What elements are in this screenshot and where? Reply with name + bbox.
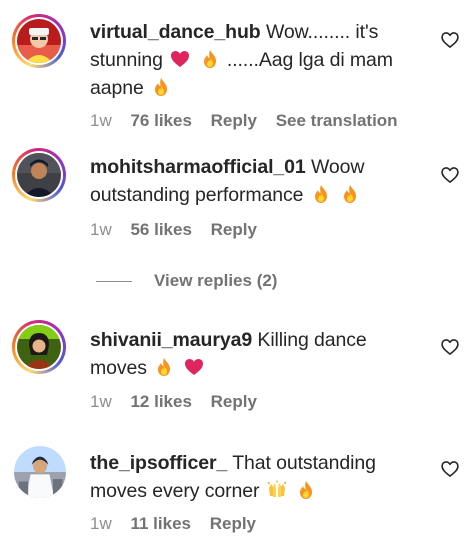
reply-button[interactable]: Reply bbox=[211, 392, 257, 411]
likes-count[interactable]: 11 likes bbox=[130, 514, 191, 533]
avatar[interactable] bbox=[12, 148, 66, 202]
heart-outline-icon[interactable] bbox=[440, 30, 460, 50]
comment-username[interactable]: the_ipsofficer_ bbox=[90, 452, 227, 474]
comment-meta: 1w 56 likes Reply bbox=[90, 219, 271, 241]
fire-emoji bbox=[296, 480, 316, 500]
comment-meta: 1w 11 likes Reply bbox=[90, 513, 270, 535]
see-translation-button[interactable]: See translation bbox=[276, 111, 398, 130]
heart-outline-icon[interactable] bbox=[440, 337, 460, 357]
comment-username[interactable]: shivanii_maurya9 bbox=[90, 329, 252, 351]
fire-emoji bbox=[151, 77, 171, 97]
fire-emoji bbox=[311, 184, 331, 204]
avatar-image bbox=[14, 446, 66, 498]
reply-button[interactable]: Reply bbox=[211, 111, 257, 130]
comment-meta: 1w 76 likes Reply See translation bbox=[90, 110, 412, 132]
comment-text: shivanii_maurya9 Killing dance moves bbox=[90, 326, 420, 382]
comment-time: 1w bbox=[90, 392, 112, 411]
fire-emoji bbox=[154, 357, 174, 377]
reply-button[interactable]: Reply bbox=[210, 514, 256, 533]
likes-count[interactable]: 76 likes bbox=[130, 111, 191, 130]
red-heart-emoji bbox=[170, 49, 190, 69]
avatar[interactable] bbox=[12, 14, 66, 68]
likes-count[interactable]: 56 likes bbox=[130, 220, 191, 239]
comment-time: 1w bbox=[90, 514, 112, 533]
fire-emoji bbox=[200, 49, 220, 69]
fire-emoji bbox=[340, 184, 360, 204]
avatar[interactable] bbox=[12, 320, 66, 374]
comment-username[interactable]: virtual_dance_hub bbox=[90, 21, 261, 43]
avatar[interactable] bbox=[14, 446, 66, 498]
avatar-image bbox=[17, 19, 61, 63]
reply-button[interactable]: Reply bbox=[211, 220, 257, 239]
view-replies-button[interactable]: View replies (2) bbox=[96, 270, 277, 292]
comment-time: 1w bbox=[90, 111, 112, 130]
comment-username[interactable]: mohitsharmaofficial_01 bbox=[90, 156, 306, 178]
view-replies-label: View replies (2) bbox=[154, 271, 278, 290]
red-heart-emoji bbox=[184, 357, 204, 377]
avatar-image bbox=[17, 325, 61, 369]
comment-meta: 1w 12 likes Reply bbox=[90, 391, 271, 413]
comment-time: 1w bbox=[90, 220, 112, 239]
replies-divider bbox=[96, 280, 132, 282]
avatar-image bbox=[17, 153, 61, 197]
comment-text: virtual_dance_hub Wow........ it's stunn… bbox=[90, 18, 420, 102]
raising-hands-emoji bbox=[267, 480, 287, 500]
heart-outline-icon[interactable] bbox=[440, 165, 460, 185]
comment-text: the_ipsofficer_ That outstanding moves e… bbox=[90, 449, 420, 505]
heart-outline-icon[interactable] bbox=[440, 459, 460, 479]
comment-text: mohitsharmaofficial_01 Woow outstanding … bbox=[90, 153, 420, 209]
likes-count[interactable]: 12 likes bbox=[130, 392, 191, 411]
